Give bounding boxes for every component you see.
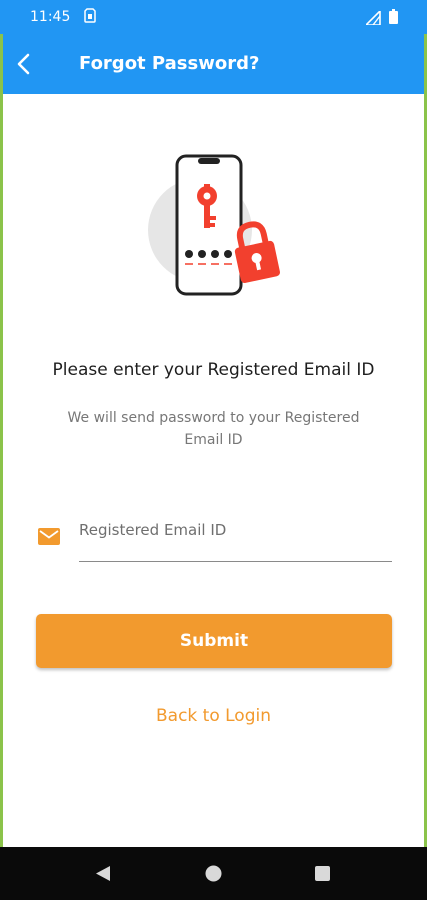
email-field[interactable] bbox=[79, 512, 391, 548]
system-nav-bar bbox=[0, 847, 427, 900]
status-bar: 11:45 bbox=[0, 0, 427, 34]
app-bar: Forgot Password? bbox=[0, 34, 427, 94]
phone-key-lock-icon bbox=[145, 150, 285, 304]
email-field-underline bbox=[79, 561, 392, 562]
sim-card-icon bbox=[84, 8, 96, 27]
back-to-login-link[interactable]: Back to Login bbox=[0, 706, 427, 726]
nav-home-icon[interactable] bbox=[205, 865, 222, 886]
page-title: Forgot Password? bbox=[79, 53, 260, 74]
nav-recents-icon[interactable] bbox=[315, 866, 330, 885]
instruction-text: We will send password to your Registered… bbox=[67, 410, 360, 448]
submit-button[interactable]: Submit bbox=[36, 614, 392, 668]
battery-icon bbox=[389, 9, 398, 28]
status-time: 11:45 bbox=[30, 9, 71, 25]
signal-icon bbox=[364, 9, 381, 29]
chevron-left-icon[interactable] bbox=[12, 52, 36, 76]
mail-icon bbox=[38, 528, 60, 549]
nav-back-icon[interactable] bbox=[95, 865, 111, 886]
page-heading: Please enter your Registered Email ID bbox=[52, 360, 375, 380]
